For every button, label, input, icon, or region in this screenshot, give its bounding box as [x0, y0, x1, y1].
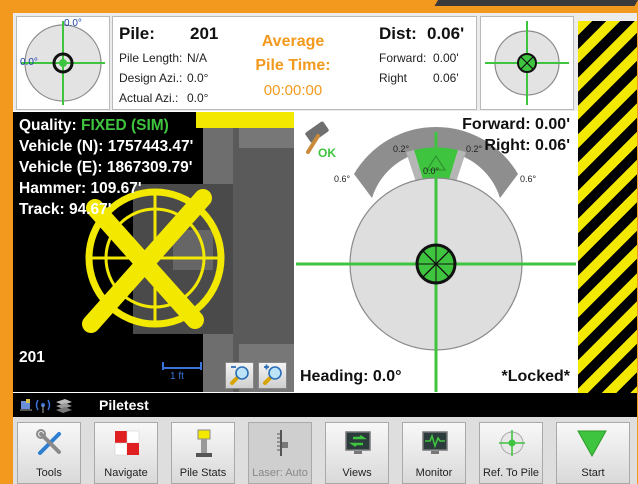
gnss-icon [20, 399, 32, 411]
hammer-height: Hammer: 109.67' [19, 180, 142, 197]
monitor-icon [422, 431, 448, 454]
scale-label: 1 ft [170, 371, 184, 382]
pile-id-label: 201 [19, 349, 45, 366]
window-top-strip [0, 0, 638, 10]
target-forward-text: Forward: 0.00' [462, 116, 570, 133]
pile-info-panel: Pile: 201 Pile Length: N/A Design Azi.: … [112, 16, 477, 110]
avg-time-value: 00:00:00 [263, 82, 323, 99]
checkered-flag-icon [114, 430, 140, 456]
actual-azi-value: 0.0° [187, 91, 209, 105]
design-azi-value: 0.0° [187, 71, 209, 85]
avg-time-title-2: Pile Time: [255, 57, 331, 74]
right-value: 0.06' [433, 71, 459, 85]
avg-time-title-1: Average [261, 33, 325, 50]
tools-button[interactable]: Tools [17, 422, 81, 484]
tilt-left-label: 0.0° [20, 57, 38, 68]
ref-to-pile-label: Ref. To Pile [482, 467, 540, 479]
position-compass-graphic [485, 21, 569, 105]
zoom-in-button[interactable] [258, 362, 287, 389]
zoom-out-button[interactable] [225, 362, 254, 389]
track-value: Track: 94.67' [19, 201, 112, 218]
corner-slant [434, 0, 638, 6]
arc-label-left-inner: 0.2° [393, 144, 410, 154]
right-label: Right [379, 71, 408, 85]
views-label: Views [342, 467, 372, 479]
pile-value: 201 [190, 24, 219, 43]
actual-azi-label: Actual Azi.: [119, 91, 179, 105]
machine-screen: 0.0° 0.0° Pile: 201 Pile Length: N/A Des… [13, 13, 637, 484]
radio-signal-icon [35, 399, 51, 413]
pile-length-label: Pile Length: [119, 51, 183, 65]
pile-stats-label: Pile Stats [179, 467, 227, 479]
pile-length-value: N/A [187, 51, 208, 65]
vehicle-north: Vehicle (N): 1757443.47' [19, 138, 194, 155]
tools-icon [36, 429, 61, 455]
heading-text: Heading: 0.0° [300, 368, 402, 385]
tilt-compass-left: 0.0° 0.0° [16, 16, 110, 110]
zoom-out-icon [230, 366, 249, 385]
position-compass-right [480, 16, 574, 110]
locked-status: *Locked* [501, 368, 570, 385]
navigate-button[interactable]: Navigate [94, 422, 158, 484]
laser-auto-button[interactable]: Laser: Auto [248, 422, 312, 484]
views-icon [345, 431, 371, 454]
views-button[interactable]: Views [325, 422, 389, 484]
laser-icon [277, 430, 288, 456]
ok-label: OK [318, 146, 336, 160]
vehicle-east: Vehicle (E): 1867309.79' [19, 159, 193, 176]
arc-label-center: 0.0° [423, 166, 440, 176]
project-name: Piletest [99, 397, 149, 413]
arc-label-right-outer: 0.6° [520, 174, 537, 184]
target-right-text: Right: 0.06' [484, 137, 570, 154]
monitor-button[interactable]: Monitor [402, 422, 466, 484]
bottom-toolbar: Tools Navigate Pile Stats Laser: Auto Vi… [13, 417, 637, 484]
start-label: Start [581, 467, 605, 479]
crosshair-icon [499, 430, 525, 456]
pile-label: Pile: [119, 24, 155, 43]
laser-auto-label: Laser: Auto [252, 467, 308, 479]
header-bar: 0.0° 0.0° Pile: 201 Pile Length: N/A Des… [13, 13, 637, 111]
start-button[interactable]: Start [556, 422, 630, 484]
navigate-label: Navigate [104, 467, 148, 479]
hazard-stripe-panel [578, 21, 637, 393]
arc-label-left-outer: 0.6° [334, 174, 351, 184]
forward-label: Forward: [379, 51, 427, 65]
forward-value: 0.00' [433, 51, 459, 65]
design-azi-label: Design Azi.: [119, 71, 183, 85]
arc-label-right-inner: 0.2° [466, 144, 483, 154]
monitor-label: Monitor [415, 467, 453, 479]
start-arrow-icon [577, 430, 607, 458]
status-icons [20, 399, 72, 413]
tools-label: Tools [36, 467, 62, 479]
layers-icon [56, 399, 72, 413]
ref-to-pile-button[interactable]: Ref. To Pile [479, 422, 543, 484]
quality-label: Quality: [19, 117, 77, 134]
quality-value: FIXED (SIM) [81, 117, 169, 134]
dist-value: 0.06' [427, 24, 465, 43]
vehicle-view[interactable]: Quality: FIXED (SIM) Vehicle (N): 175744… [13, 112, 294, 392]
pile-stats-icon [196, 429, 212, 457]
target-view: OK 0.6° 0.2° 0.0° 0.2° 0.6° Forward: 0.0… [296, 112, 576, 392]
tilt-top-label: 0.0° [64, 18, 82, 29]
dist-label: Dist: [379, 24, 417, 43]
pile-stats-button[interactable]: Pile Stats [171, 422, 235, 484]
zoom-in-icon [263, 364, 282, 385]
status-bar: Piletest [13, 393, 637, 417]
